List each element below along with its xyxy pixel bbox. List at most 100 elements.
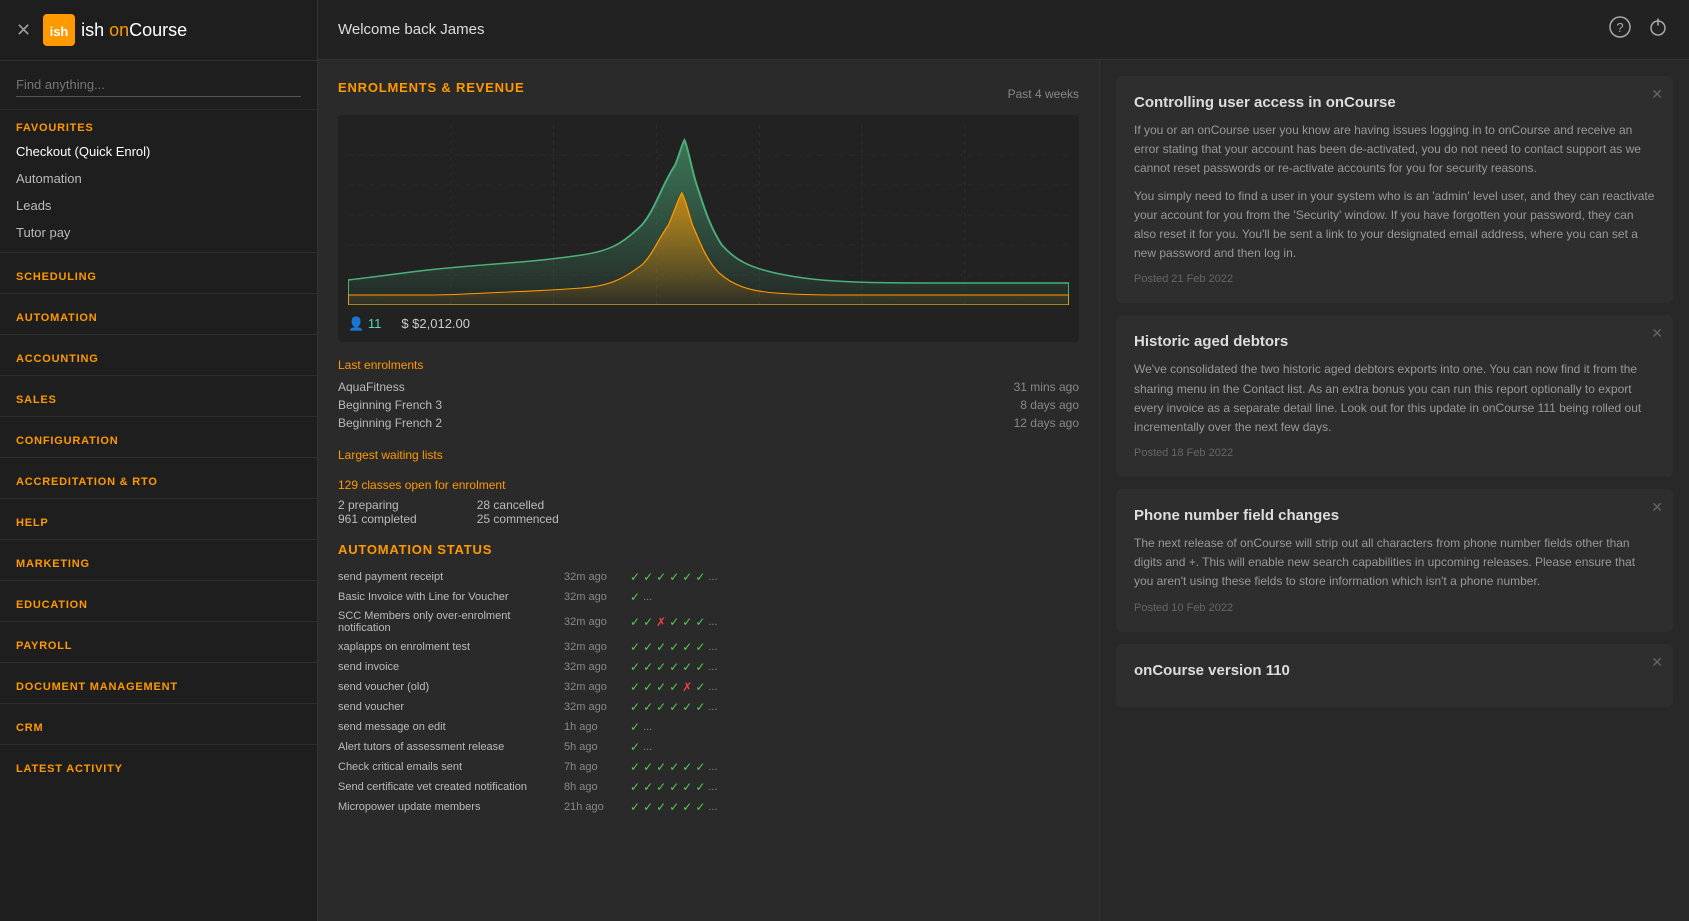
more-icon[interactable]: ... — [643, 591, 652, 603]
preparing-stat: 2 preparing — [338, 498, 417, 512]
check-icon: ✓ — [643, 660, 653, 674]
check-icon: ✓ — [630, 780, 640, 794]
auto-time: 32m ago — [564, 701, 624, 713]
auto-name: Send certificate vet created notificatio… — [338, 781, 558, 793]
cancelled-stat: 28 cancelled — [477, 498, 559, 512]
help-label: HELP — [0, 505, 317, 533]
auto-time: 32m ago — [564, 591, 624, 603]
check-icon: ✓ — [669, 680, 679, 694]
news-card-body-1: We've consolidated the two historic aged… — [1134, 360, 1655, 437]
enrolment-time: 8 days ago — [1020, 398, 1079, 412]
check-icon: ✓ — [682, 760, 692, 774]
main-content: ENROLMENTS & REVENUE Past 4 weeks — [318, 60, 1689, 921]
more-icon[interactable]: ... — [708, 616, 717, 628]
education-label: EDUCATION — [0, 587, 317, 615]
check-icon: ✓ — [656, 800, 666, 814]
waiting-lists-label[interactable]: Largest waiting lists — [338, 448, 1079, 462]
check-icon: ✓ — [656, 680, 666, 694]
news-card-body-2: You simply need to find a user in your s… — [1134, 187, 1655, 264]
more-icon[interactable]: ... — [708, 681, 717, 693]
accounting-label: ACCOUNTING — [0, 341, 317, 369]
news-card-title: Phone number field changes — [1134, 507, 1655, 524]
check-icon: ✓ — [695, 640, 705, 654]
check-icon: ✓ — [682, 570, 692, 584]
close-news-card-button[interactable]: ✕ — [1651, 86, 1663, 103]
check-icon: ✓ — [682, 660, 692, 674]
more-icon[interactable]: ... — [708, 801, 717, 813]
more-icon[interactable]: ... — [708, 761, 717, 773]
last-enrolments-label[interactable]: Last enrolments — [338, 358, 1079, 372]
enrolment-row: Beginning French 2 12 days ago — [338, 414, 1079, 432]
check-icon: ✓ — [669, 700, 679, 714]
more-icon[interactable]: ... — [708, 701, 717, 713]
news-card-body-1: If you or an onCourse user you know are … — [1134, 121, 1655, 179]
power-icon[interactable] — [1647, 16, 1669, 43]
auto-time: 1h ago — [564, 721, 624, 733]
more-icon[interactable]: ... — [708, 641, 717, 653]
open-enrolment-section: 129 classes open for enrolment 2 prepari… — [338, 478, 1079, 526]
check-icon: ✓ — [656, 570, 666, 584]
auto-name: send message on edit — [338, 721, 558, 733]
automation-row: Basic Invoice with Line for Voucher 32m … — [338, 587, 1079, 607]
auto-checks: ✓ ✓ ✗ ✓ ✓ ✓ ... — [630, 615, 718, 629]
crm-label: CRM — [0, 710, 317, 738]
close-news-card-button[interactable]: ✕ — [1651, 654, 1663, 671]
accreditation-label: ACCREDITATION & RTO — [0, 464, 317, 492]
automation-status-title: AUTOMATION STATUS — [338, 542, 1079, 557]
auto-time: 32m ago — [564, 641, 624, 653]
check-icon: ✓ — [695, 615, 705, 629]
open-enrolment-label[interactable]: 129 classes open for enrolment — [338, 478, 1079, 492]
scheduling-label: SCHEDULING — [0, 259, 317, 287]
automation-row: Send certificate vet created notificatio… — [338, 777, 1079, 797]
auto-name: SCC Members only over-enrolment notifica… — [338, 610, 558, 634]
auto-checks: ✓ ✓ ✓ ✓ ✓ ✓ ... — [630, 700, 718, 714]
check-icon: ✓ — [656, 700, 666, 714]
sidebar-item-tutor-pay[interactable]: Tutor pay — [0, 219, 317, 246]
auto-time: 32m ago — [564, 681, 624, 693]
more-icon[interactable]: ... — [708, 661, 717, 673]
check-icon: ✓ — [643, 760, 653, 774]
close-news-card-button[interactable]: ✕ — [1651, 325, 1663, 342]
automation-row: Check critical emails sent 7h ago ✓ ✓ ✓ … — [338, 757, 1079, 777]
news-card-title: onCourse version 110 — [1134, 662, 1655, 679]
news-card-title: Historic aged debtors — [1134, 333, 1655, 350]
sidebar-item-leads[interactable]: Leads — [0, 192, 317, 219]
help-icon[interactable]: ? — [1609, 16, 1631, 43]
check-icon: ✓ — [682, 640, 692, 654]
check-icon: ✓ — [682, 615, 692, 629]
sales-label: SALES — [0, 382, 317, 410]
search-box — [0, 61, 317, 110]
auto-checks: ✓ ✓ ✓ ✓ ✓ ✓ ... — [630, 780, 718, 794]
search-input[interactable] — [16, 73, 301, 97]
check-icon: ✓ — [630, 570, 640, 584]
fail-icon: ✗ — [656, 615, 666, 629]
sidebar-item-checkout[interactable]: Checkout (Quick Enrol) — [0, 138, 317, 165]
check-icon: ✓ — [643, 800, 653, 814]
auto-name: send payment receipt — [338, 571, 558, 583]
check-icon: ✓ — [630, 615, 640, 629]
marketing-label: MARKETING — [0, 546, 317, 574]
check-icon: ✓ — [656, 780, 666, 794]
stats-col-1: 2 preparing 961 completed — [338, 498, 417, 526]
more-icon[interactable]: ... — [643, 721, 652, 733]
close-news-card-button[interactable]: ✕ — [1651, 499, 1663, 516]
auto-checks: ✓ ✓ ✓ ✓ ✓ ✓ ... — [630, 760, 718, 774]
check-icon: ✓ — [630, 590, 640, 604]
svg-text:ish: ish — [50, 24, 69, 39]
sidebar-item-automation[interactable]: Automation — [0, 165, 317, 192]
sidebar-header: ✕ ish ish onCourse — [0, 0, 317, 61]
automation-row: SCC Members only over-enrolment notifica… — [338, 607, 1079, 637]
main-area: Welcome back James ? ENROLMENTS & REVENU… — [318, 0, 1689, 921]
commenced-stat: 25 commenced — [477, 512, 559, 526]
automation-row: Micropower update members 21h ago ✓ ✓ ✓ … — [338, 797, 1079, 817]
enrolments-title: ENROLMENTS & REVENUE — [338, 80, 524, 95]
news-card-version: ✕ onCourse version 110 — [1116, 644, 1673, 707]
more-icon[interactable]: ... — [708, 571, 717, 583]
check-icon: ✓ — [695, 780, 705, 794]
check-icon: ✓ — [682, 780, 692, 794]
more-icon[interactable]: ... — [708, 781, 717, 793]
ish-logo-svg: ish — [45, 16, 73, 44]
close-sidebar-button[interactable]: ✕ — [16, 20, 31, 41]
auto-name: send invoice — [338, 661, 558, 673]
more-icon[interactable]: ... — [643, 741, 652, 753]
